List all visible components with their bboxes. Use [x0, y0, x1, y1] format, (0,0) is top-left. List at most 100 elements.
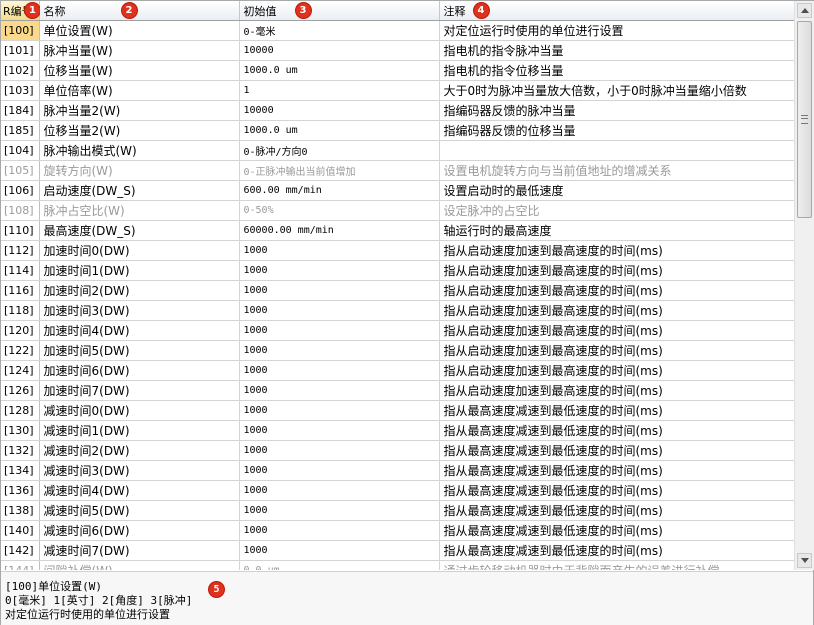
row-note-cell: 指编码器反馈的脉冲当量	[439, 100, 794, 121]
row-id-cell: [110]	[1, 220, 40, 241]
row-value-cell[interactable]: 1000	[239, 380, 440, 401]
row-name-cell: 减速时间5(DW)	[39, 500, 240, 521]
table-row[interactable]: [112] 加速时间0(DW) 1000 指从启动速度加速到最高速度的时间(ms)	[1, 240, 794, 261]
row-name-cell: 加速时间0(DW)	[39, 240, 240, 261]
table-row[interactable]: [105] 旋转方向(W) 0-正脉冲输出当前值增加 设置电机旋转方向与当前值地址的增…	[1, 160, 794, 181]
table-row[interactable]: [116] 加速时间2(DW) 1000 指从启动速度加速到最高速度的时间(ms)	[1, 280, 794, 301]
scroll-thumb[interactable]	[797, 21, 812, 218]
row-id-cell: [138]	[1, 500, 40, 521]
column-header-initial[interactable]: 初始值 3	[239, 1, 440, 21]
row-value-cell[interactable]: 1000	[239, 400, 440, 421]
row-value-cell[interactable]: 1000	[239, 360, 440, 381]
table-row[interactable]: [142] 减速时间7(DW) 1000 指从最高速度减速到最低速度的时间(ms)	[1, 540, 794, 561]
row-id-cell: [126]	[1, 380, 40, 401]
row-note-cell: 指从启动速度加速到最高速度的时间(ms)	[439, 240, 794, 261]
table-row[interactable]: [138] 减速时间5(DW) 1000 指从最高速度减速到最低速度的时间(ms)	[1, 500, 794, 521]
row-value-cell[interactable]: 1000	[239, 460, 440, 481]
row-name-cell: 位移当量(W)	[39, 60, 240, 81]
row-name-cell: 减速时间1(DW)	[39, 420, 240, 441]
table-row[interactable]: [114] 加速时间1(DW) 1000 指从启动速度加速到最高速度的时间(ms)	[1, 260, 794, 281]
table-row[interactable]: [110] 最高速度(DW_S) 60000.00 mm/min 轴运行时的最高速度	[1, 220, 794, 241]
row-name-cell: 加速时间1(DW)	[39, 260, 240, 281]
table-row[interactable]: [128] 减速时间0(DW) 1000 指从最高速度减速到最低速度的时间(ms)	[1, 400, 794, 421]
table-row[interactable]: [100] 单位设置(W) 0-毫米 对定位运行时使用的单位进行设置	[1, 20, 794, 41]
row-note-cell: 指从启动速度加速到最高速度的时间(ms)	[439, 320, 794, 341]
row-id-cell: [100]	[1, 20, 40, 41]
table-row[interactable]: [118] 加速时间3(DW) 1000 指从启动速度加速到最高速度的时间(ms)	[1, 300, 794, 321]
table-row[interactable]: [144]间隙补偿(W)0.0 um通过齿轮移动机器时由于背隙而产生的误差进行补…	[1, 560, 794, 570]
column-header-note[interactable]: 注释 4	[439, 1, 794, 21]
row-value-cell[interactable]: 1000	[239, 500, 440, 521]
column-header-initial-label: 初始值	[243, 4, 277, 18]
row-value-cell[interactable]: 0-正脉冲输出当前值增加	[239, 160, 440, 181]
row-id-cell: [112]	[1, 240, 40, 261]
row-name-cell: 减速时间7(DW)	[39, 540, 240, 561]
row-note-cell: 对定位运行时使用的单位进行设置	[439, 20, 794, 41]
vertical-scrollbar[interactable]	[794, 1, 814, 570]
table-row[interactable]: [130] 减速时间1(DW) 1000 指从最高速度减速到最低速度的时间(ms)	[1, 420, 794, 441]
table-row[interactable]: [101] 脉冲当量(W) 10000 指电机的指令脉冲当量	[1, 40, 794, 61]
callout-badge-5: 5	[209, 582, 224, 597]
row-value-cell[interactable]: 1000	[239, 260, 440, 281]
column-header-id[interactable]: R编号 1	[1, 1, 40, 21]
row-value-cell[interactable]: 1000	[239, 320, 440, 341]
table-row[interactable]: [134] 减速时间3(DW) 1000 指从最高速度减速到最低速度的时间(ms)	[1, 460, 794, 481]
row-value-cell[interactable]: 1000	[239, 420, 440, 441]
row-id-cell: [132]	[1, 440, 40, 461]
table-row[interactable]: [104] 脉冲输出模式(W) 0-脉冲/方向0	[1, 140, 794, 161]
row-value-cell[interactable]: 1000	[239, 300, 440, 321]
row-value-cell[interactable]: 1000	[239, 480, 440, 501]
row-value-cell[interactable]: 1000.0 um	[239, 60, 440, 81]
table-row[interactable]: [103] 单位倍率(W) 1 大于0时为脉冲当量放大倍数，小于0时脉冲当量缩小倍数	[1, 80, 794, 101]
table-row[interactable]: [126] 加速时间7(DW) 1000 指从启动速度加速到最高速度的时间(ms)	[1, 380, 794, 401]
table-row[interactable]: [102] 位移当量(W) 1000.0 um 指电机的指令位移当量	[1, 60, 794, 81]
row-name-cell: 最高速度(DW_S)	[39, 220, 240, 241]
row-name-cell: 脉冲输出模式(W)	[39, 140, 240, 161]
row-value-cell[interactable]: 10000	[239, 40, 440, 61]
column-header-name[interactable]: 名称 2	[39, 1, 240, 21]
column-header-name-label: 名称	[43, 4, 66, 18]
row-id-cell: [144]	[1, 560, 40, 570]
row-name-cell: 脉冲当量(W)	[39, 40, 240, 61]
row-note-cell: 指从最高速度减速到最低速度的时间(ms)	[439, 540, 794, 561]
row-name-cell: 减速时间2(DW)	[39, 440, 240, 461]
row-value-cell[interactable]: 0-50%	[239, 200, 440, 221]
row-id-cell: [114]	[1, 260, 40, 281]
row-value-cell[interactable]: 1000	[239, 240, 440, 261]
row-name-cell: 加速时间2(DW)	[39, 280, 240, 301]
row-id-cell: [116]	[1, 280, 40, 301]
table-row[interactable]: [108] 脉冲占空比(W) 0-50% 设定脉冲的占空比	[1, 200, 794, 221]
row-value-cell[interactable]: 1	[239, 80, 440, 101]
row-id-cell: [130]	[1, 420, 40, 441]
row-note-cell: 指从最高速度减速到最低速度的时间(ms)	[439, 460, 794, 481]
table-row[interactable]: [120] 加速时间4(DW) 1000 指从启动速度加速到最高速度的时间(ms)	[1, 320, 794, 341]
table-row[interactable]: [140] 减速时间6(DW) 1000 指从最高速度减速到最低速度的时间(ms)	[1, 520, 794, 541]
table-row[interactable]: [106] 启动速度(DW_S) 600.00 mm/min 设置启动时的最低速度	[1, 180, 794, 201]
row-value-cell[interactable]: 0-毫米	[239, 20, 440, 41]
row-value-cell[interactable]: 600.00 mm/min	[239, 180, 440, 201]
parameter-table: R编号 1 名称 2 初始值 3 注释 4 [100] 单位设置(W) 0-毫米…	[1, 1, 794, 570]
table-row[interactable]: [122] 加速时间5(DW) 1000 指从启动速度加速到最高速度的时间(ms)	[1, 340, 794, 361]
row-value-cell[interactable]: 0.0 um	[239, 560, 440, 570]
table-row[interactable]: [136] 减速时间4(DW) 1000 指从最高速度减速到最低速度的时间(ms)	[1, 480, 794, 501]
row-name-cell: 位移当量2(W)	[39, 120, 240, 141]
row-value-cell[interactable]: 1000	[239, 280, 440, 301]
row-note-cell: 轴运行时的最高速度	[439, 220, 794, 241]
row-note-cell: 通过齿轮移动机器时由于背隙而产生的误差进行补偿	[439, 560, 794, 570]
row-value-cell[interactable]: 1000	[239, 520, 440, 541]
table-row[interactable]: [132] 减速时间2(DW) 1000 指从最高速度减速到最低速度的时间(ms)	[1, 440, 794, 461]
row-value-cell[interactable]: 0-脉冲/方向0	[239, 140, 440, 161]
scroll-up-button[interactable]	[797, 3, 812, 18]
table-row[interactable]: [124] 加速时间6(DW) 1000 指从启动速度加速到最高速度的时间(ms)	[1, 360, 794, 381]
row-value-cell[interactable]: 1000	[239, 440, 440, 461]
row-id-cell: [134]	[1, 460, 40, 481]
row-value-cell[interactable]: 10000	[239, 100, 440, 121]
row-value-cell[interactable]: 1000.0 um	[239, 120, 440, 141]
row-value-cell[interactable]: 60000.00 mm/min	[239, 220, 440, 241]
scroll-down-button[interactable]	[797, 553, 812, 568]
row-value-cell[interactable]: 1000	[239, 340, 440, 361]
table-row[interactable]: [185] 位移当量2(W) 1000.0 um 指编码器反馈的位移当量	[1, 120, 794, 141]
table-row[interactable]: [184] 脉冲当量2(W) 10000 指编码器反馈的脉冲当量	[1, 100, 794, 121]
row-value-cell[interactable]: 1000	[239, 540, 440, 561]
row-id-cell: [122]	[1, 340, 40, 361]
